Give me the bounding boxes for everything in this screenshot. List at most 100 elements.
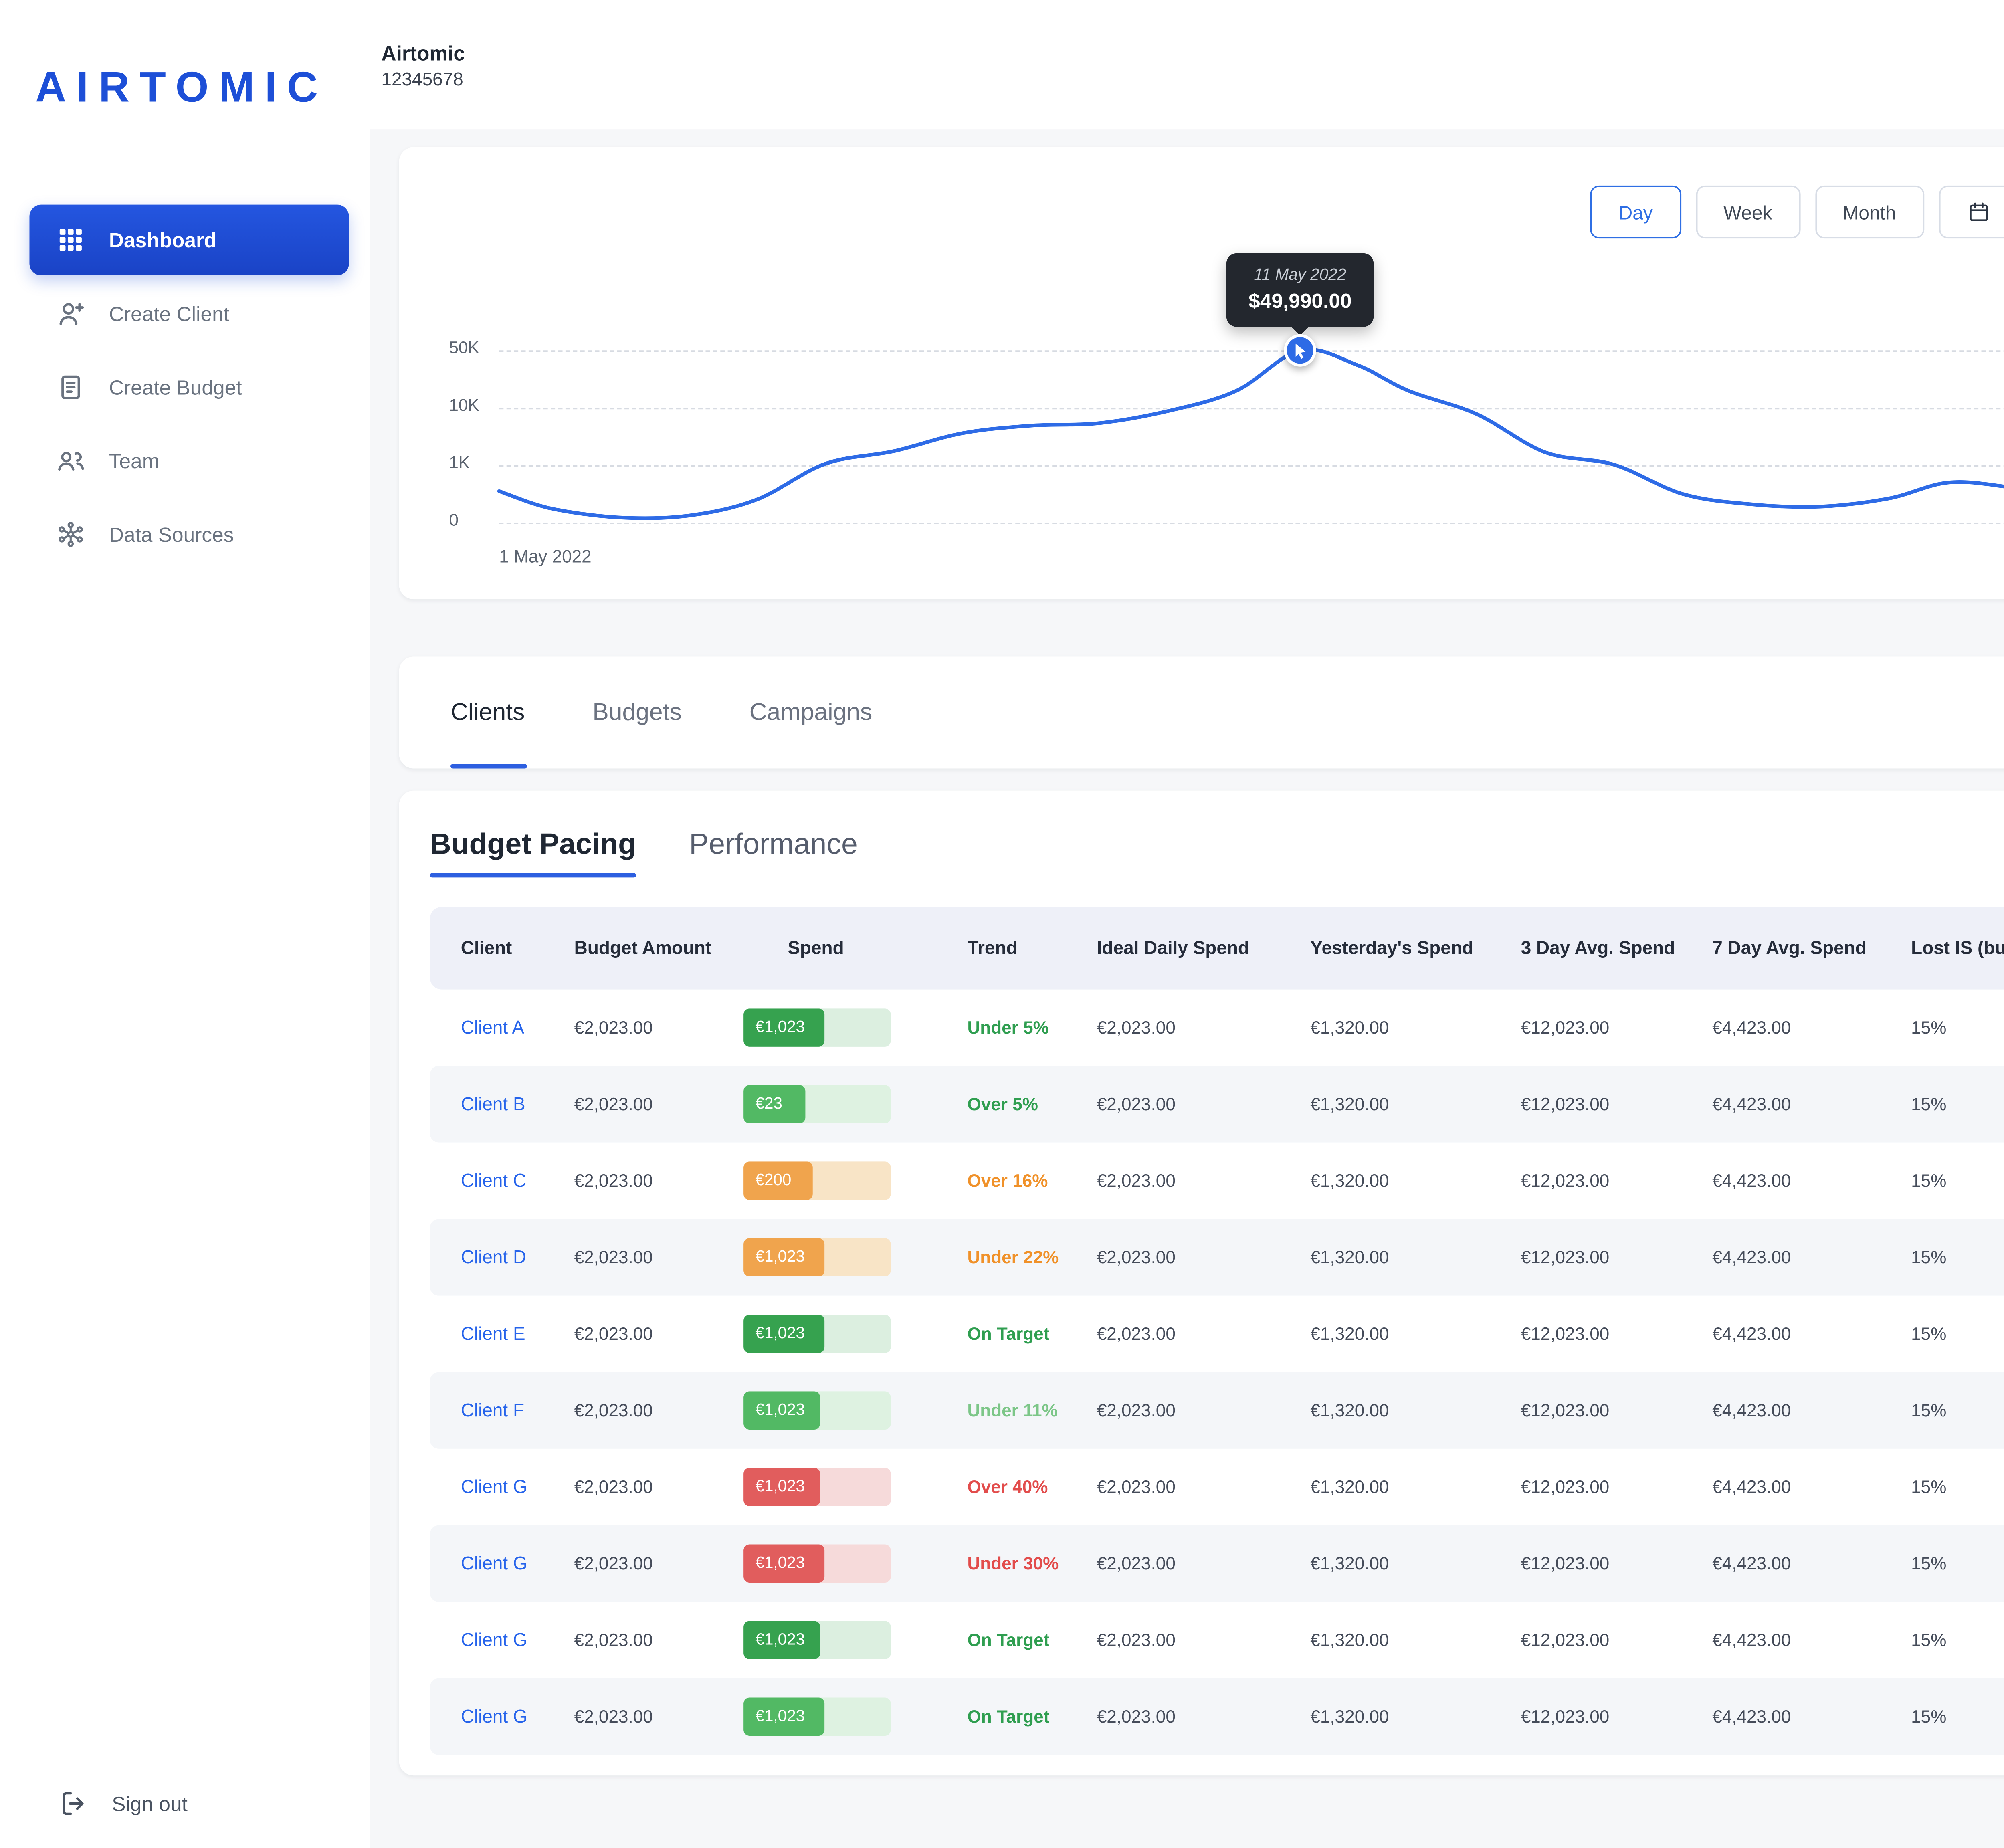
- current-budget-cycle-button[interactable]: Current Budget Cycle: [1939, 186, 2004, 238]
- table-row: Client F €2,023.00 €1,023 Under 11% €2,0…: [430, 1372, 2004, 1449]
- content: Day Week Month Current Budget Cycle 50K …: [370, 129, 2004, 1848]
- col-yesterday-spend: Yesterday's Spend: [1310, 938, 1521, 958]
- avg3-spend-cell: €12,023.00: [1521, 1553, 1713, 1574]
- sign-out-button[interactable]: Sign out: [59, 1789, 188, 1818]
- client-link[interactable]: Client G: [461, 1707, 527, 1727]
- table-row: Client B €2,023.00 €23 Over 5% €2,023.00…: [430, 1066, 2004, 1143]
- client-cell: Client E: [461, 1323, 574, 1344]
- app: AIRTOMIC Dashboard Create Client Create …: [0, 0, 2004, 1848]
- col-7day-avg-spend: 7 Day Avg. Spend: [1712, 938, 1911, 958]
- tab-budgets[interactable]: Budgets: [592, 656, 681, 768]
- client-link[interactable]: Client G: [461, 1553, 527, 1574]
- document-icon: [56, 372, 85, 402]
- client-link[interactable]: Client A: [461, 1017, 524, 1038]
- spend-bar-fill: €1,023: [743, 1391, 820, 1430]
- avg3-spend-cell: €12,023.00: [1521, 1017, 1713, 1038]
- trend-cell: Over 40%: [967, 1476, 1097, 1497]
- month-button[interactable]: Month: [1815, 186, 1924, 238]
- sidebar-item-data-sources[interactable]: Data Sources: [29, 499, 349, 570]
- entity-tabs-card: Clients Budgets Campaigns: [399, 656, 2004, 768]
- lost-is-budget-cell: 15%: [1911, 1630, 2004, 1650]
- client-link[interactable]: Client B: [461, 1094, 525, 1114]
- budget-amount-cell: €2,023.00: [574, 1094, 743, 1114]
- yesterday-spend-cell: €1,320.00: [1310, 1247, 1521, 1267]
- spend-bar-label: €1,023: [743, 1478, 805, 1496]
- sidebar-item-create-client[interactable]: Create Client: [29, 278, 349, 349]
- table-subtabs: Budget Pacing Performance: [430, 829, 2004, 877]
- sidebar-item-create-budget[interactable]: Create Budget: [29, 352, 349, 422]
- avg7-spend-cell: €4,423.00: [1712, 1476, 1911, 1497]
- chart-plot[interactable]: 11 May 2022 $49,990.00: [499, 250, 2004, 523]
- trend-cell: On Target: [967, 1323, 1097, 1344]
- client-link[interactable]: Client E: [461, 1323, 525, 1344]
- table-row: Client C €2,023.00 €200 Over 16% €2,023.…: [430, 1143, 2004, 1219]
- sidebar-item-team[interactable]: Team: [29, 426, 349, 496]
- trend-cell: Over 5%: [967, 1094, 1097, 1114]
- client-link[interactable]: Client G: [461, 1476, 527, 1497]
- spend-bar-fill: €1,023: [743, 1544, 824, 1583]
- lost-is-budget-cell: 15%: [1911, 1476, 2004, 1497]
- client-cell: Client D: [461, 1247, 574, 1267]
- sidebar-item-label: Create Budget: [109, 376, 242, 399]
- person-plus-icon: [56, 299, 85, 328]
- client-link[interactable]: Client G: [461, 1630, 527, 1650]
- chart-line: [499, 349, 2004, 518]
- tab-campaigns[interactable]: Campaigns: [749, 656, 873, 768]
- budget-amount-cell: €2,023.00: [574, 1476, 743, 1497]
- budget-amount-cell: €2,023.00: [574, 1553, 743, 1574]
- sidebar: AIRTOMIC Dashboard Create Client Create …: [0, 0, 370, 1848]
- tab-performance[interactable]: Performance: [689, 829, 858, 877]
- spend-bar-label: €1,023: [743, 1708, 805, 1725]
- day-button[interactable]: Day: [1591, 186, 1681, 238]
- spend-bar: €1,023: [743, 1315, 891, 1353]
- chart-y-axis: 50K 10K 1K 0: [449, 250, 499, 523]
- spend-cell: €1,023: [743, 1008, 967, 1047]
- tab-clients[interactable]: Clients: [450, 656, 525, 768]
- avg3-spend-cell: €12,023.00: [1521, 1323, 1713, 1344]
- client-cell: Client G: [461, 1553, 574, 1574]
- sidebar-item-dashboard[interactable]: Dashboard: [29, 205, 349, 275]
- ideal-daily-spend-cell: €2,023.00: [1097, 1017, 1311, 1038]
- client-link[interactable]: Client F: [461, 1400, 524, 1420]
- avg7-spend-cell: €4,423.00: [1712, 1630, 1911, 1650]
- lost-is-budget-cell: 15%: [1911, 1170, 2004, 1191]
- col-spend: Spend: [743, 938, 967, 958]
- spend-bar-label: €1,023: [743, 1402, 805, 1419]
- table-header-row: Client Budget Amount Spend Trend Ideal D…: [430, 907, 2004, 990]
- table-row: Client E €2,023.00 €1,023 On Target €2,0…: [430, 1296, 2004, 1372]
- table-body: Client A €2,023.00 €1,023 Under 5% €2,02…: [430, 990, 2004, 1755]
- sidebar-item-label: Dashboard: [109, 228, 217, 252]
- ideal-daily-spend-cell: €2,023.00: [1097, 1630, 1311, 1650]
- tab-budget-pacing[interactable]: Budget Pacing: [430, 829, 636, 877]
- spend-bar-fill: €1,023: [743, 1008, 824, 1047]
- account-id: 12345678: [381, 69, 465, 89]
- spend-bar: €1,023: [743, 1238, 891, 1276]
- week-button[interactable]: Week: [1695, 186, 1800, 238]
- spend-bar-fill: €1,023: [743, 1698, 824, 1736]
- spend-bar-label: €200: [743, 1172, 791, 1190]
- spend-bar: €1,023: [743, 1008, 891, 1047]
- table-row: Client D €2,023.00 €1,023 Under 22% €2,0…: [430, 1219, 2004, 1296]
- spend-cell: €23: [743, 1085, 967, 1123]
- ideal-daily-spend-cell: €2,023.00: [1097, 1323, 1311, 1344]
- lost-is-budget-cell: 15%: [1911, 1323, 2004, 1344]
- sidebar-nav: Dashboard Create Client Create Budget Te…: [0, 205, 370, 570]
- yesterday-spend-cell: €1,320.00: [1310, 1094, 1521, 1114]
- y-tick: 1K: [449, 455, 470, 473]
- budget-amount-cell: €2,023.00: [574, 1247, 743, 1267]
- table-row: Client G €2,023.00 €1,023 Over 40% €2,02…: [430, 1449, 2004, 1525]
- chart-marker[interactable]: [1284, 334, 1316, 367]
- trend-cell: Under 5%: [967, 1017, 1097, 1038]
- avg7-spend-cell: €4,423.00: [1712, 1553, 1911, 1574]
- yesterday-spend-cell: €1,320.00: [1310, 1476, 1521, 1497]
- table-row: Client G €2,023.00 €1,023 Under 30% €2,0…: [430, 1525, 2004, 1602]
- yesterday-spend-cell: €1,320.00: [1310, 1553, 1521, 1574]
- client-link[interactable]: Client C: [461, 1170, 526, 1191]
- client-link[interactable]: Client D: [461, 1247, 526, 1267]
- client-cell: Client B: [461, 1094, 574, 1114]
- budget-amount-cell: €2,023.00: [574, 1630, 743, 1650]
- y-tick: 50K: [449, 340, 479, 358]
- spend-bar: €1,023: [743, 1698, 891, 1736]
- x-label-start: 1 May 2022: [499, 546, 591, 567]
- spend-bar: €1,023: [743, 1468, 891, 1506]
